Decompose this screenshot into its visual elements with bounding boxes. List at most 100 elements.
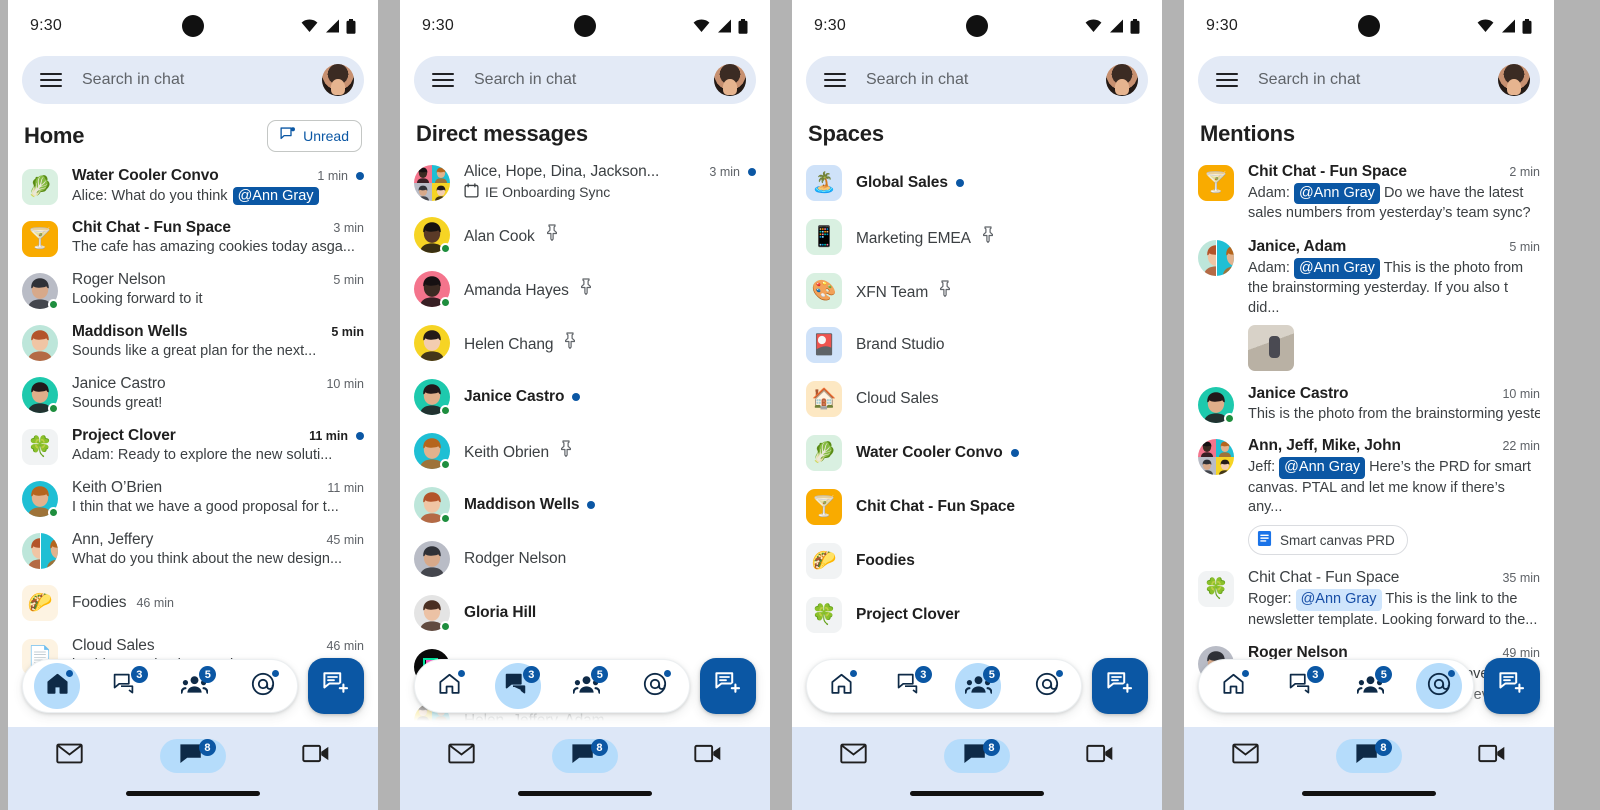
search-bar[interactable]: Search in chat [1198, 56, 1540, 104]
system-nav-chat[interactable]: 8 [159, 739, 226, 773]
system-nav-chat[interactable]: 8 [551, 739, 618, 773]
list-item[interactable]: 🌮 Foodies [792, 534, 1162, 588]
nav-item-spaces[interactable]: 5 [563, 663, 609, 709]
system-nav-meet[interactable] [1459, 739, 1525, 773]
list-item[interactable]: 📱 Marketing EMEA [792, 210, 1162, 264]
user-avatar[interactable] [322, 64, 354, 96]
list-item[interactable]: Keith O’Brien 11 min I thin that we have… [8, 472, 378, 524]
user-avatar[interactable] [1498, 64, 1530, 96]
nav-badge-spaces: 5 [1375, 666, 1393, 683]
list-item[interactable]: Gloria Hill [400, 586, 770, 640]
list-item[interactable]: 🥬 Water Cooler Convo [792, 426, 1162, 480]
system-nav-meet[interactable] [1067, 739, 1133, 773]
nav-item-spaces[interactable]: 5 [1347, 663, 1393, 709]
list-item[interactable]: 🍸 Chit Chat - Fun Space 3 min The cafe h… [8, 212, 378, 264]
list-item[interactable]: 🍀 Chit Chat - Fun Space 35 min Roger: @A… [1184, 562, 1554, 637]
list-item[interactable]: 🌮 Foodies 46 min [8, 576, 378, 630]
nav-item-chat[interactable]: 3 [1279, 663, 1325, 709]
list-item[interactable]: Janice Castro 10 min Sounds great! [8, 368, 378, 420]
nav-item-home[interactable] [34, 663, 81, 709]
system-nav-meet[interactable] [283, 739, 349, 773]
row-body: Roger Nelson 5 min Looking forward to it [72, 271, 364, 307]
list-item[interactable]: 🏠 Cloud Sales [792, 372, 1162, 426]
nav-item-spaces[interactable]: 5 [955, 663, 1002, 709]
pin-icon[interactable] [549, 440, 573, 457]
doc-attachment-chip[interactable]: Smart canvas PRD [1248, 525, 1408, 556]
list-item[interactable]: 🥬 Water Cooler Convo 1 min Alice: What d… [8, 160, 378, 212]
compose-fab-button[interactable] [308, 658, 364, 714]
list-item[interactable]: Maddison Wells 5 min Sounds like a great… [8, 316, 378, 368]
list-item[interactable]: Keith Obrien [400, 424, 770, 478]
search-input[interactable]: Search in chat [1258, 71, 1498, 89]
nav-item-chat[interactable]: 3 [494, 663, 541, 709]
list-item[interactable]: Alan Cook [400, 208, 770, 262]
nav-item-home[interactable] [1210, 663, 1256, 709]
user-avatar[interactable] [1106, 64, 1138, 96]
system-nav-mail[interactable] [429, 739, 495, 773]
search-input[interactable]: Search in chat [474, 71, 714, 89]
system-badge-chat: 8 [590, 739, 608, 756]
unread-filter-button[interactable]: Unread [267, 120, 362, 152]
pin-icon[interactable] [971, 226, 995, 243]
attachment-thumbnail[interactable] [1248, 325, 1294, 372]
mention-pill: @Ann Gray [1293, 257, 1380, 280]
home-gesture-bar[interactable] [518, 791, 652, 796]
list-item[interactable]: Helen Chang [400, 316, 770, 370]
nav-item-home[interactable] [426, 663, 472, 709]
list-item[interactable]: 🏝️ Global Sales [792, 156, 1162, 210]
pin-icon[interactable] [553, 332, 577, 349]
list-item[interactable]: Maddison Wells [400, 478, 770, 532]
list-item[interactable]: 🎨 XFN Team [792, 264, 1162, 318]
list-item[interactable]: Amanda Hayes [400, 262, 770, 316]
list-item[interactable]: 🍸 Chit Chat - Fun Space 2 min Adam: @Ann… [1184, 156, 1554, 231]
hamburger-menu-icon[interactable] [40, 73, 62, 87]
list-item[interactable]: Janice Castro 10 min This is the photo f… [1184, 378, 1554, 430]
hamburger-menu-icon[interactable] [824, 73, 846, 87]
list-item[interactable]: Ann, Jeffery 45 min What do you think ab… [8, 524, 378, 576]
nav-item-mentions[interactable] [1024, 663, 1070, 709]
pin-icon[interactable] [928, 280, 952, 297]
compose-fab-button[interactable] [1484, 658, 1540, 714]
row-avatar: 🎨 [806, 273, 842, 309]
user-avatar[interactable] [714, 64, 746, 96]
list-item[interactable]: Ann, Jeff, Mike, John 22 min Jeff: @Ann … [1184, 430, 1554, 562]
list-item[interactable]: Rodger Nelson [400, 532, 770, 586]
home-gesture-bar[interactable] [1302, 791, 1436, 796]
home-gesture-bar[interactable] [910, 791, 1044, 796]
search-bar[interactable]: Search in chat [22, 56, 364, 104]
list-item[interactable]: Alice, Hope, Dina, Jackson... 3 min IE O… [400, 156, 770, 208]
compose-fab-button[interactable] [700, 658, 756, 714]
nav-item-home[interactable] [818, 663, 864, 709]
search-bar[interactable]: Search in chat [806, 56, 1148, 104]
hamburger-menu-icon[interactable] [1216, 73, 1238, 87]
system-nav-meet[interactable] [675, 739, 741, 773]
system-nav-mail[interactable] [1213, 739, 1279, 773]
row-preview: Jeff: @Ann Gray Here’s the PRD for smart… [1248, 457, 1540, 517]
search-bar[interactable]: Search in chat [414, 56, 756, 104]
nav-item-spaces[interactable]: 5 [171, 663, 217, 709]
nav-item-mentions[interactable] [240, 663, 286, 709]
list-item[interactable]: Janice Castro [400, 370, 770, 424]
nav-item-chat[interactable]: 3 [887, 663, 933, 709]
nav-item-chat[interactable]: 3 [103, 663, 149, 709]
search-input[interactable]: Search in chat [866, 71, 1106, 89]
system-nav-chat[interactable]: 8 [1335, 739, 1402, 773]
list-item[interactable]: 🎴 Brand Studio [792, 318, 1162, 372]
nav-item-mentions[interactable] [632, 663, 678, 709]
list-item[interactable]: 🍸 Chit Chat - Fun Space [792, 480, 1162, 534]
system-nav-mail[interactable] [37, 739, 103, 773]
hamburger-menu-icon[interactable] [432, 73, 454, 87]
nav-item-mentions[interactable] [1415, 663, 1462, 709]
home-gesture-bar[interactable] [126, 791, 260, 796]
row-avatar [414, 325, 450, 361]
system-nav-mail[interactable] [821, 739, 887, 773]
list-item[interactable]: Janice, Adam 5 min Adam: @Ann Gray This … [1184, 231, 1554, 378]
compose-fab-button[interactable] [1092, 658, 1148, 714]
list-item[interactable]: 🍀 Project Clover [792, 588, 1162, 642]
pin-icon[interactable] [535, 224, 559, 241]
list-item[interactable]: Roger Nelson 5 min Looking forward to it [8, 264, 378, 316]
system-nav-chat[interactable]: 8 [943, 739, 1010, 773]
list-item[interactable]: 🍀 Project Clover 11 min Adam: Ready to e… [8, 420, 378, 472]
pin-icon[interactable] [569, 278, 593, 295]
search-input[interactable]: Search in chat [82, 71, 322, 89]
